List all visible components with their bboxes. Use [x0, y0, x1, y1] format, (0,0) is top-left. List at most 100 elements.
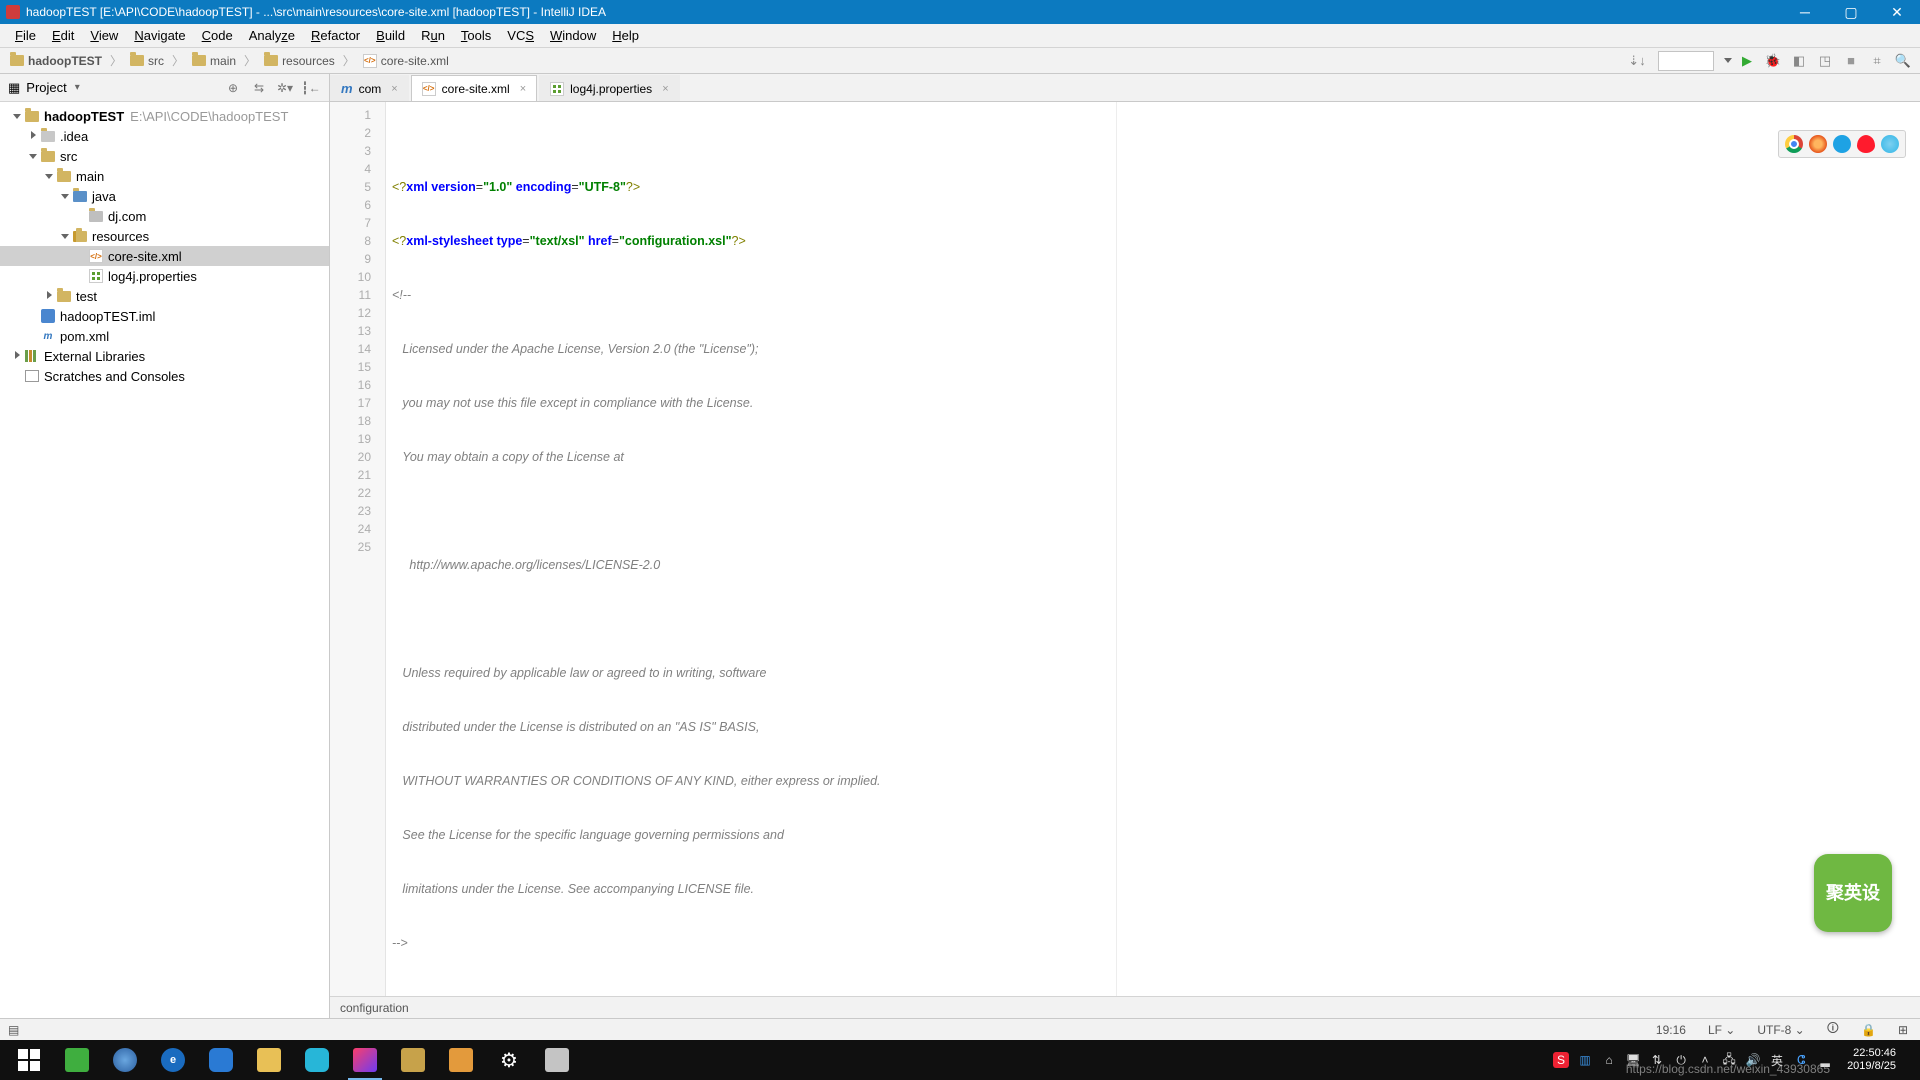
editor-tab-com[interactable]: mcom×	[330, 75, 409, 101]
close-icon[interactable]: ×	[391, 83, 397, 95]
menu-code[interactable]: Code	[195, 26, 240, 45]
tree-root[interactable]: hadoopTESTE:\API\CODE\hadoopTEST	[0, 106, 329, 126]
editor-tab-core-site[interactable]: </>core-site.xml×	[411, 75, 537, 101]
lock-icon[interactable]: 🔒	[1857, 1023, 1880, 1037]
tree-core-site[interactable]: </>core-site.xml	[0, 246, 329, 266]
tray-volume-icon[interactable]: 🔊	[1745, 1052, 1761, 1068]
inspections-icon[interactable]: 🛈	[1823, 1019, 1843, 1040]
coverage-button[interactable]: ◧	[1788, 50, 1810, 72]
window-minimize-button[interactable]: ─	[1782, 0, 1828, 24]
debug-button[interactable]: 🐞	[1762, 50, 1784, 72]
options-button[interactable]: ✲▾	[275, 78, 295, 98]
run-button[interactable]: ▶	[1736, 50, 1758, 72]
breadcrumb[interactable]: hadoopTEST 〉 src 〉 main 〉 resources 〉 </…	[6, 52, 453, 70]
taskbar-app-11[interactable]	[534, 1040, 580, 1080]
dropdown-icon[interactable]	[1724, 58, 1732, 63]
taskbar-explorer[interactable]	[246, 1040, 292, 1080]
tray-input-icon[interactable]: 英	[1769, 1052, 1785, 1068]
tree-java[interactable]: java	[0, 186, 329, 206]
tree-external-libs[interactable]: External Libraries	[0, 346, 329, 366]
opera-icon[interactable]	[1857, 135, 1875, 153]
line-separator[interactable]: LF	[1708, 1023, 1722, 1037]
memory-icon[interactable]: ⊞	[1894, 1023, 1912, 1037]
editor-tab-log4j[interactable]: log4j.properties×	[539, 75, 680, 101]
taskbar-app-8[interactable]	[390, 1040, 436, 1080]
crumb-core-site[interactable]: core-site.xml	[381, 54, 449, 68]
taskbar-settings[interactable]: ⚙	[486, 1040, 532, 1080]
window-maximize-button[interactable]: ▢	[1828, 0, 1874, 24]
start-button[interactable]	[6, 1040, 52, 1080]
close-icon[interactable]: ×	[662, 83, 668, 95]
hide-button[interactable]: ┇←	[301, 78, 321, 98]
tray-network-icon[interactable]: 🖧	[1721, 1052, 1737, 1068]
project-tree[interactable]: hadoopTESTE:\API\CODE\hadoopTEST .idea s…	[0, 102, 329, 1018]
crumb-src[interactable]: src	[148, 54, 164, 68]
tray-icon[interactable]: ▥	[1577, 1052, 1593, 1068]
menu-file[interactable]: File	[8, 26, 43, 45]
profile-button[interactable]: ◳	[1814, 50, 1836, 72]
code-editor[interactable]: <?xml version="1.0" encoding="UTF-8"?> <…	[386, 102, 1920, 996]
menu-window[interactable]: Window	[543, 26, 603, 45]
menu-build[interactable]: Build	[369, 26, 412, 45]
tray-icon[interactable]: ⌂	[1601, 1052, 1617, 1068]
tree-src[interactable]: src	[0, 146, 329, 166]
tray-battery-icon[interactable]: ▂	[1817, 1052, 1833, 1068]
tray-chevron-up-icon[interactable]: ˄	[1697, 1052, 1713, 1068]
collapse-button[interactable]: ⊕	[223, 78, 243, 98]
tree-log4j[interactable]: log4j.properties	[0, 266, 329, 286]
encoding[interactable]: UTF-8	[1757, 1023, 1791, 1037]
search-button[interactable]: 🔍	[1892, 50, 1914, 72]
menu-run[interactable]: Run	[414, 26, 452, 45]
crumb-resources[interactable]: resources	[282, 54, 335, 68]
project-panel-title[interactable]: Project	[26, 80, 66, 95]
taskbar-app-1[interactable]	[54, 1040, 100, 1080]
editor-breadcrumb-bar[interactable]: configuration	[330, 996, 1920, 1018]
menu-view[interactable]: View	[83, 26, 125, 45]
tray-icon[interactable]: S	[1553, 1052, 1569, 1068]
tray-icon[interactable]: 🖥	[1625, 1052, 1641, 1068]
taskbar-app-2[interactable]	[102, 1040, 148, 1080]
taskbar-app-9[interactable]	[438, 1040, 484, 1080]
stop-button[interactable]: ■	[1840, 50, 1862, 72]
menu-tools[interactable]: Tools	[454, 26, 498, 45]
editor-crumb-configuration[interactable]: configuration	[340, 1001, 409, 1015]
window-close-button[interactable]: ✕	[1874, 0, 1920, 24]
menu-edit[interactable]: Edit	[45, 26, 81, 45]
chrome-icon[interactable]	[1785, 135, 1803, 153]
tree-test[interactable]: test	[0, 286, 329, 306]
tree-idea[interactable]: .idea	[0, 126, 329, 146]
system-tray[interactable]: S ▥ ⌂ 🖥 ⇅ ⏻ ˄ 🖧 🔊 英 ⵛ ▂ 22:50:46 2019/8/…	[1553, 1047, 1914, 1073]
tree-resources[interactable]: resources	[0, 226, 329, 246]
menu-analyze[interactable]: Analyze	[242, 26, 302, 45]
crumb-hadooptest[interactable]: hadoopTEST	[28, 54, 102, 68]
edge-icon[interactable]	[1881, 135, 1899, 153]
project-structure-button[interactable]: ⌗	[1866, 50, 1888, 72]
taskbar-intellij[interactable]	[342, 1040, 388, 1080]
caret-position[interactable]: 19:16	[1652, 1023, 1690, 1037]
taskbar-edge[interactable]: e	[150, 1040, 196, 1080]
close-icon[interactable]: ×	[520, 83, 526, 95]
tray-icon[interactable]: ⏻	[1673, 1052, 1689, 1068]
tree-main[interactable]: main	[0, 166, 329, 186]
taskbar-app-6[interactable]	[294, 1040, 340, 1080]
tree-pkg[interactable]: dj.com	[0, 206, 329, 226]
tree-scratches[interactable]: Scratches and Consoles	[0, 366, 329, 386]
expand-button[interactable]: ⇆	[249, 78, 269, 98]
editor-body[interactable]: 1234567891011121314151617181920212223242…	[330, 102, 1920, 996]
menu-help[interactable]: Help	[605, 26, 646, 45]
menu-refactor[interactable]: Refactor	[304, 26, 367, 45]
tray-bluetooth-icon[interactable]: ⵛ	[1793, 1052, 1809, 1068]
tray-icon[interactable]: ⇅	[1649, 1052, 1665, 1068]
run-config-combo[interactable]	[1658, 51, 1714, 71]
taskbar-wps[interactable]	[198, 1040, 244, 1080]
status-icon[interactable]: ▤	[8, 1023, 19, 1037]
firefox-icon[interactable]	[1809, 135, 1827, 153]
tree-pom[interactable]: mpom.xml	[0, 326, 329, 346]
menu-vcs[interactable]: VCS	[500, 26, 541, 45]
ie-icon[interactable]	[1833, 135, 1851, 153]
tree-iml[interactable]: hadoopTEST.iml	[0, 306, 329, 326]
system-clock[interactable]: 22:50:46 2019/8/25	[1841, 1047, 1902, 1073]
menu-navigate[interactable]: Navigate	[127, 26, 192, 45]
crumb-main[interactable]: main	[210, 54, 236, 68]
build-icon[interactable]: ⇣↓	[1626, 50, 1648, 72]
